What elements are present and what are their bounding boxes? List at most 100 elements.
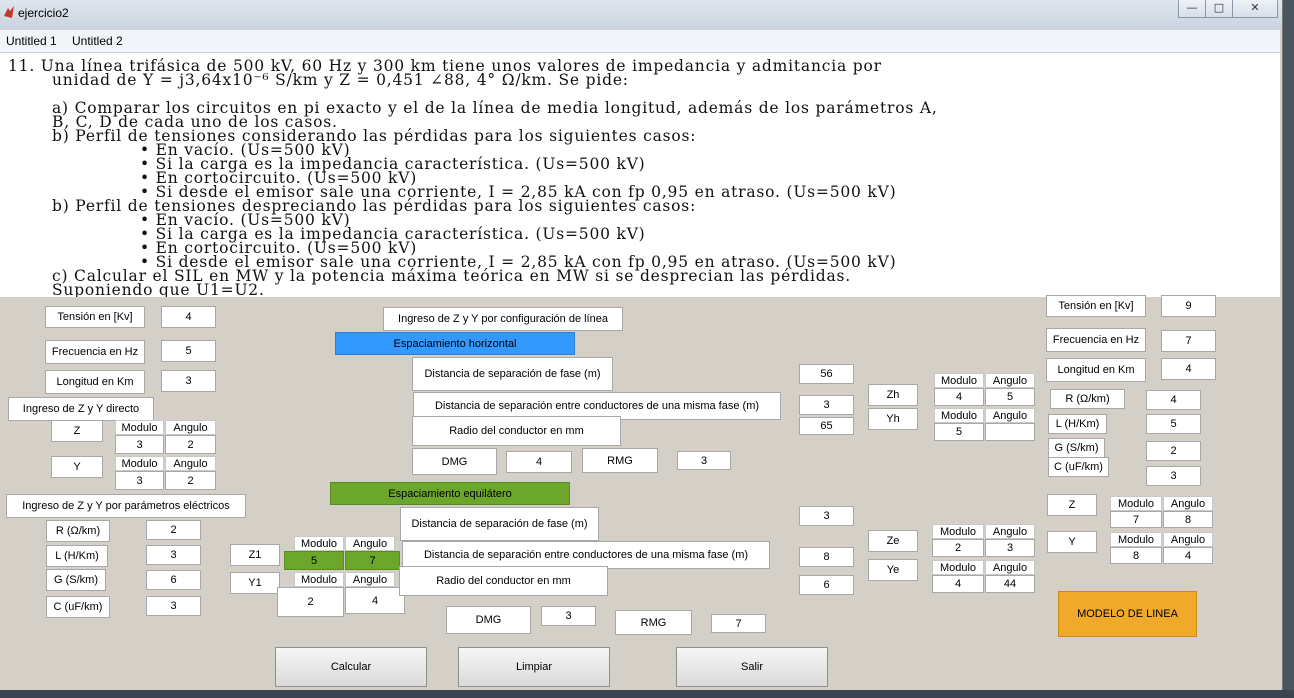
right-z-angulo-value: 8 bbox=[1163, 511, 1213, 528]
angulo-header: Angulo bbox=[985, 373, 1035, 388]
modulo-header: Modulo bbox=[1110, 496, 1162, 511]
y-modulo-input[interactable]: 3 bbox=[115, 471, 164, 490]
h-phase-distance-input[interactable]: 56 bbox=[799, 364, 854, 384]
e-conductor-distance-input[interactable]: 8 bbox=[799, 547, 854, 567]
taskbar-strip bbox=[0, 690, 1294, 698]
y-angulo-input[interactable]: 2 bbox=[165, 471, 216, 490]
length-input[interactable]: 3 bbox=[161, 370, 216, 392]
title-bar: ejercicio2 — □ ✕ bbox=[0, 0, 1282, 30]
angulo-header: Angulo bbox=[345, 536, 395, 551]
calculate-button[interactable]: Calcular bbox=[275, 647, 427, 687]
horizontal-spacing-button[interactable]: Espaciamiento horizontal bbox=[335, 332, 575, 355]
frequency-input[interactable]: 5 bbox=[161, 340, 216, 362]
clear-button[interactable]: Limpiar bbox=[458, 647, 610, 687]
maximize-icon: □ bbox=[1213, 1, 1225, 14]
h-dmg-input[interactable]: 4 bbox=[506, 451, 572, 473]
right-length-label: Longitud en Km bbox=[1046, 358, 1146, 382]
menu-bar: Untitled 1 Untitled 2 bbox=[0, 30, 1280, 53]
yh-angulo-value bbox=[985, 423, 1035, 441]
tension-label: Tensión en [Kv] bbox=[45, 306, 145, 328]
close-button[interactable]: ✕ bbox=[1232, 0, 1278, 18]
equilateral-spacing-button[interactable]: Espaciamiento equilátero bbox=[330, 482, 570, 505]
zh-angulo-value: 5 bbox=[985, 388, 1035, 406]
h-conductor-distance-input[interactable]: 3 bbox=[799, 395, 854, 415]
z1-angulo-value: 7 bbox=[345, 551, 400, 570]
maximize-button[interactable]: □ bbox=[1205, 0, 1233, 18]
problem-line: unidad de Y = j3,64x10⁻⁶ S/km y Z = 0,45… bbox=[52, 71, 629, 89]
zh-modulo-value: 4 bbox=[934, 388, 984, 406]
right-frequency-input[interactable]: 7 bbox=[1161, 330, 1216, 352]
e-phase-distance-input[interactable]: 3 bbox=[799, 506, 854, 526]
z1-label: Z1 bbox=[230, 544, 280, 566]
right-g-input[interactable]: 2 bbox=[1146, 441, 1201, 461]
z-modulo-input[interactable]: 3 bbox=[115, 435, 164, 454]
right-y-angulo-value: 4 bbox=[1163, 547, 1213, 564]
r-input[interactable]: 2 bbox=[146, 520, 201, 540]
ye-label: Ye bbox=[868, 559, 918, 581]
c-label: C (uF/km) bbox=[46, 596, 110, 618]
minimize-button[interactable]: — bbox=[1178, 0, 1206, 18]
exit-button[interactable]: Salir bbox=[676, 647, 828, 687]
e-radius-label: Radio del conductor en mm bbox=[399, 566, 608, 596]
ze-modulo-value: 2 bbox=[932, 539, 984, 557]
right-l-input[interactable]: 5 bbox=[1146, 414, 1201, 434]
right-tension-label: Tensión en [Kv] bbox=[1046, 295, 1146, 317]
z1-modulo-value: 5 bbox=[284, 551, 344, 570]
l-input[interactable]: 3 bbox=[146, 545, 201, 565]
g-label: G (S/km) bbox=[46, 569, 106, 591]
c-input[interactable]: 3 bbox=[146, 596, 201, 616]
right-c-input[interactable]: 3 bbox=[1146, 466, 1201, 486]
tension-input[interactable]: 4 bbox=[161, 306, 216, 328]
y1-angulo-value: 4 bbox=[345, 587, 405, 614]
right-r-label: R (Ω/km) bbox=[1050, 389, 1125, 409]
h-rmg-label: RMG bbox=[582, 448, 658, 473]
yh-modulo-value: 5 bbox=[934, 423, 984, 441]
e-radius-input[interactable]: 6 bbox=[799, 575, 854, 595]
z-angulo-input[interactable]: 2 bbox=[165, 435, 216, 454]
e-conductor-distance-label: Distancia de separación entre conductore… bbox=[402, 541, 770, 569]
y1-modulo-value: 2 bbox=[277, 587, 344, 617]
right-z-modulo-value: 7 bbox=[1110, 511, 1162, 528]
line-model-button[interactable]: MODELO DE LINEA bbox=[1058, 591, 1197, 637]
angulo-header: Angulo bbox=[1163, 532, 1213, 547]
length-label: Longitud en Km bbox=[45, 370, 145, 394]
angulo-header: Angulo bbox=[985, 524, 1035, 539]
y-label: Y bbox=[51, 456, 103, 478]
e-phase-distance-label: Distancia de separación de fase (m) bbox=[400, 507, 599, 541]
ze-angulo-value: 3 bbox=[985, 539, 1035, 557]
h-rmg-input[interactable]: 3 bbox=[677, 451, 731, 470]
electrical-params-title: Ingreso de Z y Y por parámetros eléctric… bbox=[6, 494, 246, 518]
right-length-input[interactable]: 4 bbox=[1161, 358, 1216, 380]
right-frequency-label: Frecuencia en Hz bbox=[1046, 328, 1146, 352]
r-label: R (Ω/km) bbox=[46, 520, 110, 542]
angulo-header: Angulo bbox=[985, 408, 1035, 423]
modulo-header: Modulo bbox=[934, 373, 984, 388]
modulo-header: Modulo bbox=[1110, 532, 1162, 547]
menu-untitled-2[interactable]: Untitled 2 bbox=[72, 34, 123, 48]
close-icon: ✕ bbox=[1250, 1, 1260, 14]
right-tension-input[interactable]: 9 bbox=[1161, 295, 1216, 317]
modulo-header: Modulo bbox=[115, 420, 164, 435]
menu-untitled-1[interactable]: Untitled 1 bbox=[6, 34, 57, 48]
app-window: ejercicio2 — □ ✕ Untitled 1 Untitled 2 1… bbox=[0, 0, 1283, 691]
modulo-header: Modulo bbox=[934, 408, 984, 423]
angulo-header: Angulo bbox=[165, 420, 216, 435]
angulo-header: Angulo bbox=[1163, 496, 1213, 511]
modulo-header: Modulo bbox=[294, 572, 344, 587]
right-c-label: C (uF/km) bbox=[1048, 457, 1109, 477]
zh-label: Zh bbox=[868, 384, 918, 406]
modulo-header: Modulo bbox=[115, 456, 164, 471]
h-phase-distance-label: Distancia de separación de fase (m) bbox=[412, 357, 613, 391]
e-dmg-input[interactable]: 3 bbox=[541, 606, 596, 626]
e-rmg-input[interactable]: 7 bbox=[711, 614, 766, 633]
yh-label: Yh bbox=[868, 408, 918, 430]
e-rmg-label: RMG bbox=[615, 610, 692, 635]
modulo-header: Modulo bbox=[294, 536, 344, 551]
y1-label: Y1 bbox=[230, 572, 280, 594]
right-r-input[interactable]: 4 bbox=[1146, 390, 1201, 410]
right-y-label: Y bbox=[1047, 531, 1097, 553]
h-radius-input[interactable]: 65 bbox=[799, 417, 854, 435]
ye-modulo-value: 4 bbox=[932, 575, 984, 593]
right-z-label: Z bbox=[1047, 494, 1097, 516]
g-input[interactable]: 6 bbox=[146, 570, 201, 590]
